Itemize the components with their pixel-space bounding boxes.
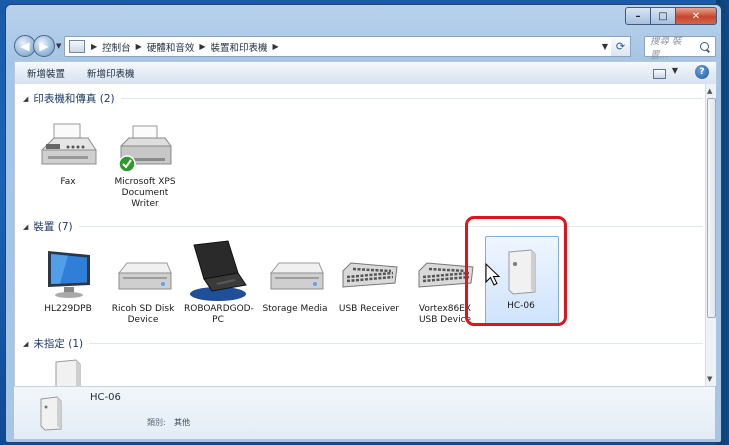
generic-device-icon [39, 395, 63, 434]
device-item-ricoh-sd[interactable]: Ricoh SD Disk Device [109, 247, 177, 326]
device-item-unspecified[interactable] [34, 356, 102, 386]
group-title: 未指定 (1) [33, 338, 84, 350]
breadcrumb-separator-icon[interactable]: ▶ [133, 42, 145, 51]
annotation-highlight-box [465, 216, 567, 326]
details-device-name: HC-06 [90, 392, 121, 403]
breadcrumb-control-panel[interactable]: 控制台 [100, 40, 133, 54]
device-item-roboardgod-pc[interactable]: ROBOARDGOD-PC [184, 239, 254, 326]
address-bar[interactable]: ▶ 控制台 ▶ 硬體和音效 ▶ 裝置和印表機 ▶ ▼ [64, 36, 613, 57]
drive-icon [265, 247, 325, 301]
collapse-arrow-icon[interactable]: ◢ [23, 95, 28, 103]
minimize-button[interactable]: – [625, 7, 651, 25]
search-icon [700, 42, 709, 51]
caption-buttons: – □ ✕ [625, 7, 717, 25]
device-label: Ricoh SD Disk Device [111, 304, 175, 325]
device-label: Microsoft XPS Document Writer [114, 177, 176, 209]
group-header-unspecified[interactable]: ◢ 未指定 (1) [23, 336, 703, 351]
laptop-icon [188, 239, 248, 301]
details-category-label: 類別: [147, 418, 166, 427]
breadcrumb-devices-printers[interactable]: 裝置和印表機 [209, 40, 270, 54]
device-item-xps-writer[interactable]: Microsoft XPS Document Writer [111, 120, 179, 210]
maximize-button[interactable]: □ [651, 7, 676, 25]
fax-icon [38, 120, 98, 174]
device-label: ROBOARDGOD-PC [184, 304, 254, 325]
device-item-fax[interactable]: Fax [34, 120, 102, 188]
title-bar: – □ ✕ [6, 5, 721, 29]
generic-device-icon [38, 356, 98, 386]
device-item-usb-receiver[interactable]: USB Receiver [335, 247, 403, 315]
forward-button[interactable]: ▶ [33, 35, 55, 57]
change-view-icon[interactable] [653, 69, 666, 79]
close-button[interactable]: ✕ [676, 7, 717, 25]
collapse-arrow-icon[interactable]: ◢ [23, 340, 28, 348]
add-printer-button[interactable]: 新增印表機 [76, 66, 146, 80]
group-title: 印表機和傳真 (2) [33, 93, 115, 105]
recent-pages-chevron-icon[interactable]: ▼ [56, 42, 61, 50]
navigation-row: ◀ ▶ ▼ ▶ 控制台 ▶ 硬體和音效 ▶ 裝置和印表機 ▶ ▼ ⟳ 搜尋 裝置… [6, 31, 721, 61]
help-icon[interactable]: ? [695, 65, 709, 79]
breadcrumb-separator-icon[interactable]: ▶ [196, 42, 208, 51]
drive-icon [113, 247, 173, 301]
group-title: 裝置 (7) [33, 221, 73, 233]
group-header-printers[interactable]: ◢ 印表機和傳真 (2) [23, 91, 703, 106]
group-divider [89, 343, 703, 344]
add-device-button[interactable]: 新增裝置 [15, 66, 76, 80]
devices-view: ◢ 印表機和傳真 (2) Fax Microsoft XPS Document … [14, 84, 705, 386]
device-item-storage-media[interactable]: Storage Media [261, 247, 329, 315]
keyboard-icon [339, 247, 399, 301]
collapse-arrow-icon[interactable]: ◢ [23, 223, 28, 231]
search-input[interactable]: 搜尋 裝置... [645, 33, 700, 61]
vertical-scrollbar[interactable]: ▲ ▼ [705, 84, 716, 386]
address-dropdown-icon[interactable]: ▼ [602, 42, 608, 51]
refresh-button[interactable]: ⟳ [611, 36, 631, 57]
details-category-value: 其他 [174, 418, 190, 427]
scroll-down-icon[interactable]: ▼ [707, 375, 712, 383]
device-label: Fax [60, 177, 76, 187]
device-label: HL229DPB [44, 304, 92, 314]
command-bar: 新增裝置 新增印表機 ▼ ? [14, 61, 717, 85]
breadcrumb-separator-icon[interactable]: ▶ [270, 42, 282, 51]
view-options-chevron-icon[interactable]: ▼ [672, 66, 678, 75]
monitor-icon [38, 247, 98, 301]
breadcrumb-hardware-sound[interactable]: 硬體和音效 [145, 40, 197, 54]
group-divider [78, 226, 703, 227]
control-panel-icon [69, 40, 85, 53]
group-header-devices[interactable]: ◢ 裝置 (7) [23, 219, 703, 234]
mouse-cursor-icon [485, 262, 501, 286]
scroll-up-icon[interactable]: ▲ [707, 87, 712, 95]
explorer-window: – □ ✕ ◀ ▶ ▼ ▶ 控制台 ▶ 硬體和音效 ▶ 裝置和印表機 ▶ ▼ ⟳… [5, 4, 722, 443]
device-label: USB Receiver [338, 304, 400, 314]
scrollbar-thumb[interactable] [707, 98, 716, 318]
group-divider [120, 98, 703, 99]
breadcrumb-separator-icon[interactable]: ▶ [88, 42, 100, 51]
printer-icon [115, 120, 175, 174]
search-box[interactable]: 搜尋 裝置... [644, 36, 716, 61]
device-item-hl229dpb[interactable]: HL229DPB [34, 247, 102, 315]
details-pane: HC-06 類別: 其他 [14, 386, 715, 439]
device-label: Storage Media [262, 304, 328, 314]
